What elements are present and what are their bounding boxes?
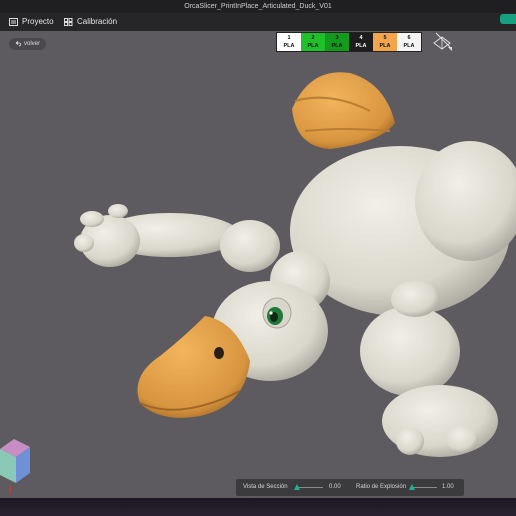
filament-type: PLA	[283, 43, 295, 49]
duck-model[interactable]	[0, 31, 516, 498]
view-controls-panel: Vista de Sección 0.00 Ratio de Explosión…	[236, 479, 464, 496]
os-taskbar	[0, 498, 516, 516]
filament-slot-5[interactable]: 5 PLA	[373, 33, 397, 51]
explosion-ratio-value: 1.00	[442, 484, 454, 490]
filament-number: 6	[407, 35, 411, 41]
filament-number: 1	[287, 35, 291, 41]
duck-left-arm	[74, 204, 280, 272]
explosion-ratio-label: Ratio de Explosión	[356, 484, 407, 490]
filament-number: 5	[383, 35, 387, 41]
filament-type: PLA	[307, 43, 319, 49]
duck-eye	[262, 297, 292, 329]
explosion-ratio-handle[interactable]	[409, 484, 415, 490]
filament-number: 2	[311, 35, 315, 41]
section-view-label: Vista de Sección	[243, 484, 288, 490]
section-view-value: 0.00	[329, 484, 341, 490]
filament-number: 4	[359, 35, 363, 41]
window-title: OrcaSlicer_PrintInPlace_Articulated_Duck…	[0, 0, 516, 13]
filament-type: PLA	[331, 43, 343, 49]
menu-project-label: Proyecto	[22, 17, 54, 26]
menu-calibration[interactable]: Calibración	[64, 13, 117, 31]
filament-type: PLA	[379, 43, 391, 49]
filament-list: 1 PLA 2 PLA 3 PLA 4 PLA 5 PLA 6 PLA	[276, 32, 422, 52]
filament-slot-3[interactable]: 3 PLA	[325, 33, 349, 51]
filament-slot-4[interactable]: 4 PLA	[349, 33, 373, 51]
orientation-cube[interactable]	[0, 439, 30, 493]
back-button-label: volver	[24, 41, 41, 47]
filament-slot-6[interactable]: 6 PLA	[397, 33, 421, 51]
view-toggle[interactable]	[500, 14, 516, 24]
undo-arrow-icon	[15, 41, 21, 47]
filament-type: PLA	[403, 43, 415, 49]
section-view-handle[interactable]	[294, 484, 300, 490]
filament-slot-2[interactable]: 2 PLA	[301, 33, 325, 51]
menu-project[interactable]: Proyecto	[9, 13, 54, 31]
section-view-slider[interactable]	[296, 487, 323, 488]
menu-bar: Proyecto Calibración	[0, 13, 516, 32]
calibration-icon	[64, 18, 73, 26]
3d-viewport[interactable]: volver 1 PLA 2 PLA 3 PLA 4 PLA 5 PLA 6 P…	[0, 31, 516, 498]
menu-calibration-label: Calibración	[77, 17, 118, 26]
filament-slot-1[interactable]: 1 PLA	[277, 33, 301, 51]
filament-number: 3	[335, 35, 339, 41]
project-icon	[9, 18, 18, 26]
slice-view-icon[interactable]	[430, 31, 454, 53]
back-button[interactable]: volver	[9, 38, 47, 50]
filament-type: PLA	[355, 43, 367, 49]
duck-tail	[292, 72, 395, 149]
